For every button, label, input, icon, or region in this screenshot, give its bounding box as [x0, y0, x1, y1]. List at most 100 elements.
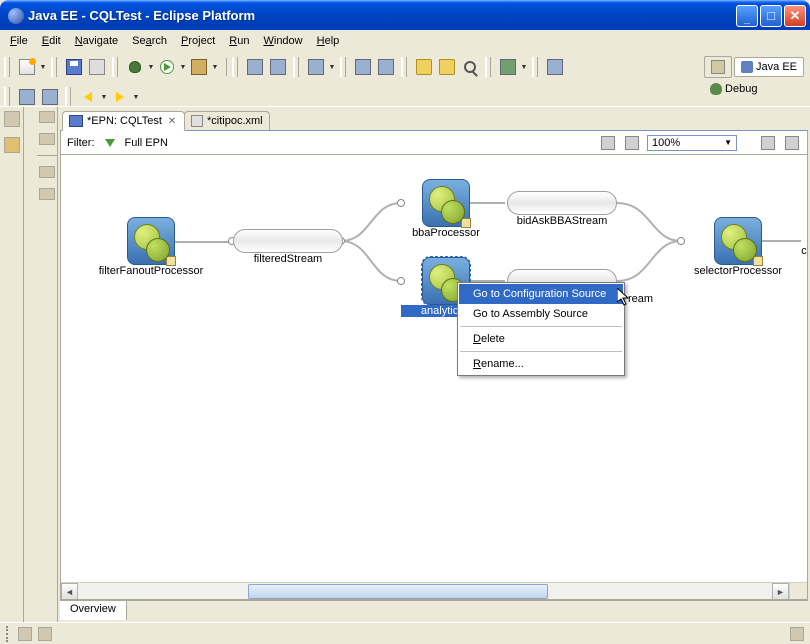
open-perspective-button[interactable]	[704, 56, 732, 78]
node-filterfanout-label: filterFanoutProcessor	[91, 265, 211, 277]
perspective-switcher: Java EE Debug	[704, 56, 804, 98]
node-bbaprocessor-label: bbaProcessor	[401, 227, 491, 239]
processor-icon	[127, 217, 175, 265]
tool-btn-6[interactable]	[413, 56, 435, 78]
search-button[interactable]	[459, 56, 481, 78]
node-selector[interactable]: selectorProcessor	[683, 217, 793, 277]
zoom-value: 100%	[652, 137, 680, 149]
tool-btn-5[interactable]	[375, 56, 397, 78]
ctx-rename[interactable]: Rename...	[459, 354, 623, 374]
horizontal-scrollbar[interactable]: ◄ ►	[61, 582, 789, 599]
epn-tab-icon	[69, 115, 83, 127]
ctx-delete[interactable]: Delete	[459, 329, 623, 349]
filter-bar: Filter: Full EPN 100%▼	[60, 131, 808, 155]
node-bidaskstream-label: bidAskBBAStream	[507, 215, 617, 227]
node-filteredstream[interactable]: filteredStream	[233, 229, 343, 265]
tool-btn-2[interactable]	[267, 56, 289, 78]
node-citip[interactable]: citip	[801, 245, 807, 257]
node-bbaprocessor[interactable]: bbaProcessor	[401, 179, 491, 239]
maximize-button[interactable]: □	[760, 5, 782, 27]
tool-btn-1[interactable]	[244, 56, 266, 78]
perspective-javaee-label: Java EE	[756, 61, 797, 73]
scroll-corner	[789, 582, 807, 599]
back-button[interactable]	[77, 86, 99, 108]
editor-tab-xml[interactable]: *citipoc.xml	[184, 111, 270, 130]
tool-btn-3[interactable]	[305, 56, 327, 78]
node-bidaskstream[interactable]: bidAskBBAStream	[507, 191, 617, 227]
scroll-thumb[interactable]	[248, 584, 548, 599]
scroll-right-button[interactable]: ►	[772, 583, 789, 600]
processor-icon	[422, 179, 470, 227]
node-selector-label: selectorProcessor	[683, 265, 793, 277]
ctx-goto-assembly-source[interactable]: Go to Assembly Source	[459, 304, 623, 324]
editor-tab-epn[interactable]: *EPN: CQLTest ✕	[62, 111, 185, 131]
view-stub-6[interactable]	[39, 188, 55, 200]
run-button[interactable]	[156, 56, 178, 78]
menu-file[interactable]: File	[4, 33, 34, 49]
xml-tab-icon	[191, 115, 203, 127]
menu-edit[interactable]: Edit	[36, 33, 67, 49]
layout-btn-4[interactable]	[783, 134, 801, 152]
tool-btn-10[interactable]	[16, 86, 38, 108]
external-tools-button[interactable]	[188, 56, 210, 78]
title-bar: Java EE - CQLTest - Eclipse Platform _ □…	[0, 0, 810, 30]
sash-1[interactable]	[24, 107, 36, 622]
stream-icon	[233, 229, 343, 253]
javaee-icon	[741, 61, 753, 73]
status-icon-2[interactable]	[38, 627, 52, 641]
node-filterfanout[interactable]: filterFanoutProcessor	[91, 217, 211, 277]
view-stub-1[interactable]	[4, 111, 20, 127]
perspective-debug[interactable]: Debug	[704, 80, 763, 98]
view-stub-2[interactable]	[4, 137, 20, 153]
layout-btn-3[interactable]	[759, 134, 777, 152]
stream-icon	[507, 191, 617, 215]
tool-btn-11[interactable]	[39, 86, 61, 108]
scroll-track[interactable]	[78, 583, 772, 599]
filter-scope: Full EPN	[125, 137, 168, 149]
new-button[interactable]	[16, 56, 38, 78]
tool-btn-9[interactable]	[544, 56, 566, 78]
filter-label: Filter:	[67, 137, 95, 149]
left-trim-bar-2	[36, 107, 58, 622]
tool-btn-8[interactable]	[497, 56, 519, 78]
print-button[interactable]	[86, 56, 108, 78]
view-stub-4[interactable]	[39, 133, 55, 145]
save-button[interactable]	[63, 56, 85, 78]
filter-dropdown[interactable]	[101, 134, 119, 152]
layout-btn-1[interactable]	[599, 134, 617, 152]
menu-help[interactable]: Help	[311, 33, 346, 49]
main-toolbar: ▼ ▼ ▼ ▼ ▼	[0, 52, 810, 113]
editor-tab-epn-label: *EPN: CQLTest	[87, 115, 162, 127]
status-icon-3[interactable]	[790, 627, 804, 641]
view-stub-3[interactable]	[39, 111, 55, 123]
tool-btn-4[interactable]	[352, 56, 374, 78]
status-icon-1[interactable]	[18, 627, 32, 641]
ctx-goto-config-source[interactable]: Go to Configuration Source	[459, 284, 623, 304]
menu-navigate[interactable]: Navigate	[69, 33, 124, 49]
main-area: *EPN: CQLTest ✕ *citipoc.xml Filter: Ful…	[0, 106, 810, 622]
editor-area: *EPN: CQLTest ✕ *citipoc.xml Filter: Ful…	[58, 107, 810, 622]
perspective-debug-label: Debug	[725, 83, 757, 95]
scroll-left-button[interactable]: ◄	[61, 583, 78, 600]
tool-btn-7[interactable]	[436, 56, 458, 78]
window-title: Java EE - CQLTest - Eclipse Platform	[28, 8, 736, 23]
view-stub-5[interactable]	[39, 166, 55, 178]
mouse-cursor	[617, 288, 633, 308]
ctx-separator	[460, 351, 622, 352]
layout-btn-2[interactable]	[623, 134, 641, 152]
close-button[interactable]: ✕	[784, 5, 806, 27]
minimize-button[interactable]: _	[736, 5, 758, 27]
new-dropdown[interactable]: ▼	[39, 64, 47, 71]
forward-button[interactable]	[109, 86, 131, 108]
overview-tab[interactable]: Overview	[60, 601, 127, 620]
menu-project[interactable]: Project	[175, 33, 221, 49]
zoom-select[interactable]: 100%▼	[647, 135, 737, 151]
ctx-separator	[460, 326, 622, 327]
menu-run[interactable]: Run	[223, 33, 255, 49]
menu-window[interactable]: Window	[257, 33, 308, 49]
debug-button[interactable]	[124, 56, 146, 78]
close-tab-icon[interactable]: ✕	[166, 115, 178, 127]
epn-canvas[interactable]: filterFanoutProcessor filteredStream bba…	[60, 155, 808, 600]
perspective-javaee[interactable]: Java EE	[734, 57, 804, 77]
menu-search[interactable]: Search	[126, 33, 173, 49]
